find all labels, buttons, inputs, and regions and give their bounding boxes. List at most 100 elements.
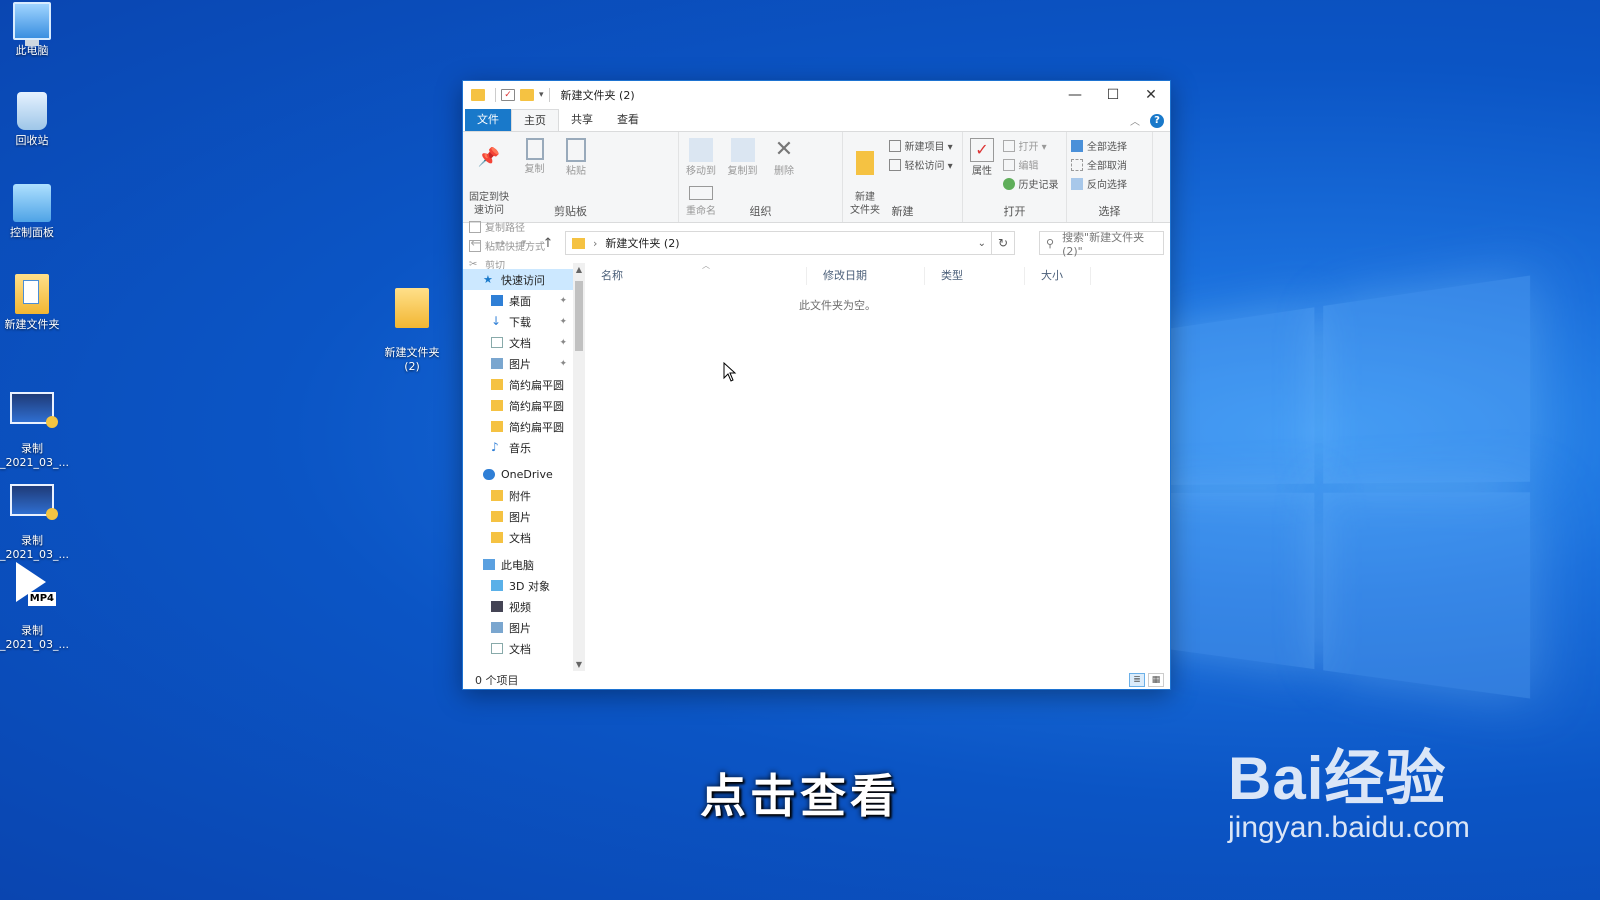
address-path[interactable]: 新建文件夹 (2) xyxy=(605,235,679,251)
copy-to-icon xyxy=(730,138,755,162)
paste-button[interactable]: 粘贴 xyxy=(558,136,594,178)
close-button[interactable]: ✕ xyxy=(1132,81,1170,109)
scroll-up-icon[interactable]: ▲ xyxy=(573,265,585,274)
nav-quick-access[interactable]: ★ 快速访问 xyxy=(463,269,573,290)
paste-shortcut-button[interactable]: 粘贴快捷方式 xyxy=(469,236,545,255)
nav-pc-pictures[interactable]: 图片 xyxy=(463,617,573,638)
nav-pc-documents[interactable]: 文档 xyxy=(463,638,573,659)
breadcrumb-separator-icon[interactable]: › xyxy=(593,237,597,250)
nav-videos[interactable]: 视频 xyxy=(463,596,573,617)
column-size[interactable]: 大小 xyxy=(1025,267,1091,285)
baidu-watermark: Bai经验 jingyan.baidu.com xyxy=(1228,730,1470,845)
move-to-button[interactable]: 移动到 xyxy=(683,136,719,178)
select-none-label: 全部取消 xyxy=(1087,161,1127,172)
copy-icon xyxy=(525,138,544,160)
ribbon-group-open: ✓ 属性 打开 ▾ 编辑 历史记录 打开 xyxy=(963,132,1067,222)
open-icon xyxy=(1002,139,1015,152)
nav-folder-3[interactable]: 简约扁平圆 xyxy=(463,416,573,437)
tab-home[interactable]: 主页 xyxy=(511,109,559,131)
nav-pictures[interactable]: 图片 ✦ xyxy=(463,353,573,374)
window-title: 新建文件夹 (2) xyxy=(560,89,635,102)
open-button[interactable]: 打开 ▾ xyxy=(1002,136,1059,155)
minimize-button[interactable]: — xyxy=(1056,81,1094,109)
edit-icon xyxy=(1002,158,1015,171)
desktop-icon-label: 新建文件夹 (2) xyxy=(384,346,440,373)
nav-scrollbar[interactable]: ▲ ▼ xyxy=(573,263,585,671)
refresh-icon[interactable]: ↻ xyxy=(991,231,1015,255)
collapse-ribbon-icon[interactable]: ︿ xyxy=(1130,113,1140,128)
desktop-icon-new-folder-2[interactable]: 新建文件夹 (2) xyxy=(380,274,444,388)
desktop-icon-recording-1[interactable]: 录制 _2021_03_... xyxy=(0,378,69,484)
invert-selection-button[interactable]: 反向选择 xyxy=(1071,174,1127,193)
recycle-bin-icon xyxy=(17,92,47,130)
pin-icon: ✦ xyxy=(559,358,567,369)
select-all-button[interactable]: 全部选择 xyxy=(1071,136,1127,155)
nav-music[interactable]: ♪ 音乐 xyxy=(463,437,573,458)
nav-folder-1[interactable]: 简约扁平圆 xyxy=(463,374,573,395)
star-icon: ★ xyxy=(483,273,493,286)
file-list-pane[interactable]: ︿ 名称 修改日期 类型 大小 此文件夹为空。 xyxy=(585,261,1170,671)
tab-view[interactable]: 查看 xyxy=(605,109,651,131)
ribbon-group-label: 新建 xyxy=(891,205,914,218)
pin-icon: ✦ xyxy=(559,316,567,327)
history-button[interactable]: 历史记录 xyxy=(1002,174,1059,193)
properties-button[interactable]: ✓ 属性 xyxy=(967,136,997,178)
nav-downloads[interactable]: ↓ 下载 ✦ xyxy=(463,311,573,332)
nav-onedrive-documents[interactable]: 文档 xyxy=(463,527,573,548)
nav-3d-objects[interactable]: 3D 对象 xyxy=(463,575,573,596)
desktop-icon-label: 新建文件夹 xyxy=(4,318,60,331)
new-item-button[interactable]: 新建项目 ▾ xyxy=(888,136,953,155)
desktop-icon-this-pc[interactable]: 此电脑 xyxy=(0,2,64,58)
copy-path-button[interactable]: 复制路径 xyxy=(469,217,545,236)
search-placeholder: 搜索"新建文件夹 (2)" xyxy=(1062,230,1145,258)
customize-quick-access-icon[interactable]: ▾ xyxy=(539,90,544,100)
large-icons-view-icon[interactable]: ▦ xyxy=(1148,673,1164,687)
nav-folder-2[interactable]: 简约扁平圆 xyxy=(463,395,573,416)
select-none-button[interactable]: 全部取消 xyxy=(1071,155,1127,174)
title-bar[interactable]: ✓ ▾ 新建文件夹 (2) — ☐ ✕ xyxy=(463,81,1170,109)
details-view-icon[interactable]: ≣ xyxy=(1129,673,1145,687)
easy-access-label: 轻松访问 ▾ xyxy=(904,161,953,172)
nav-label: 快速访问 xyxy=(501,273,545,287)
ribbon-group-label: 剪贴板 xyxy=(554,205,587,218)
desktop-icon-label: 回收站 xyxy=(15,134,49,147)
desktop-icon xyxy=(491,295,503,306)
nav-onedrive-attachments[interactable]: 附件 xyxy=(463,485,573,506)
address-bar[interactable]: › 新建文件夹 (2) ⌄ ↻ xyxy=(565,231,1015,255)
nav-onedrive-pictures[interactable]: 图片 xyxy=(463,506,573,527)
desktop-icon-recycle-bin[interactable]: 回收站 xyxy=(0,92,64,148)
easy-access-button[interactable]: 轻松访问 ▾ xyxy=(888,155,953,174)
desktop-icon-control-panel[interactable]: 控制面板 xyxy=(0,184,64,240)
delete-button[interactable]: ✕ 删除 xyxy=(766,136,802,178)
new-folder-quick-icon[interactable] xyxy=(520,89,534,101)
copy-to-button[interactable]: 复制到 xyxy=(725,136,761,178)
ribbon-group-label: 组织 xyxy=(749,205,772,218)
search-input[interactable]: ⚲ 搜索"新建文件夹 (2)" xyxy=(1039,230,1164,258)
column-modified[interactable]: 修改日期 xyxy=(807,267,925,285)
folder-icon xyxy=(491,511,503,522)
copy-button[interactable]: 复制 xyxy=(517,136,553,176)
tab-share[interactable]: 共享 xyxy=(559,109,605,131)
easy-access-icon xyxy=(888,158,901,171)
column-type[interactable]: 类型 xyxy=(925,267,1025,285)
address-dropdown-icon[interactable]: ⌄ xyxy=(978,238,986,249)
picture-icon xyxy=(491,622,503,633)
nav-label: 3D 对象 xyxy=(509,579,550,593)
film-icon xyxy=(491,601,503,612)
help-icon[interactable]: ? xyxy=(1150,113,1164,128)
properties-quick-icon[interactable]: ✓ xyxy=(501,89,515,101)
desktop-icon-recording-mp4[interactable]: MP4 录制 _2021_03_... xyxy=(0,548,69,666)
nav-this-pc[interactable]: 此电脑 xyxy=(463,554,573,575)
tab-file[interactable]: 文件 xyxy=(465,109,511,131)
scroll-down-icon[interactable]: ▼ xyxy=(573,660,585,669)
nav-onedrive[interactable]: OneDrive xyxy=(463,464,573,485)
nav-documents[interactable]: 文档 ✦ xyxy=(463,332,573,353)
desktop-icon-new-folder[interactable]: 新建文件夹 xyxy=(0,274,64,332)
copy-path-icon xyxy=(469,220,481,233)
column-name[interactable]: 名称 xyxy=(585,267,807,285)
folder-icon xyxy=(491,379,503,390)
scrollbar-thumb[interactable] xyxy=(575,281,583,351)
invert-selection-icon xyxy=(1071,177,1083,190)
maximize-button[interactable]: ☐ xyxy=(1094,81,1132,109)
edit-button[interactable]: 编辑 xyxy=(1002,155,1059,174)
